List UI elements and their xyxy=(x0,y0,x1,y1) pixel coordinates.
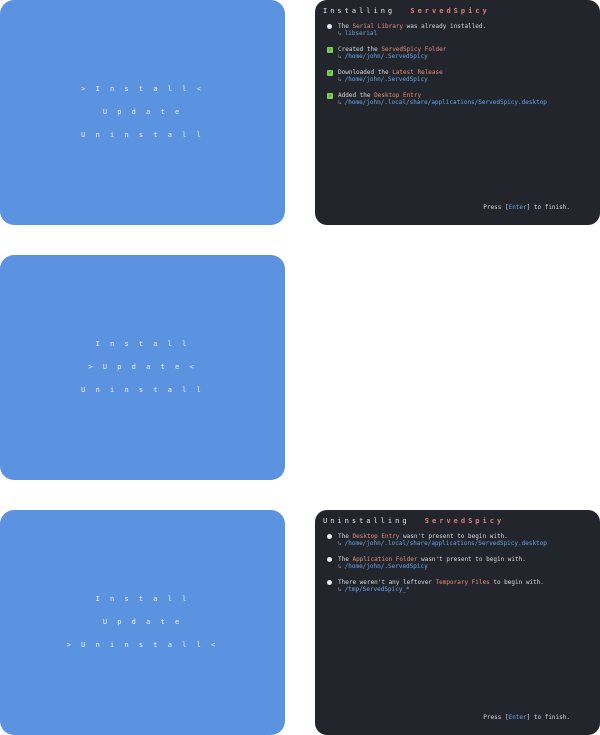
uninstall-terminal-title: Uninstalling ServedSpicy xyxy=(323,517,592,525)
entry-path: /home/john/.ServedSpicy xyxy=(344,53,428,60)
menu-item-uninstall[interactable]: > U n i n s t a l l < xyxy=(67,634,219,657)
entry-path: /home/john/.local/share/applications/Ser… xyxy=(344,99,547,106)
uninstall-entry-2: There weren't any leftover Temporary Fil… xyxy=(323,579,592,593)
check-icon: ✓ xyxy=(327,92,333,99)
bullet-icon xyxy=(327,580,332,585)
entry-path: /home/john/.ServedSpicy xyxy=(344,76,428,83)
install-entry-0: The Serial Library was already installed… xyxy=(323,23,592,37)
install-terminal-footer: Press [Enter] to finish. xyxy=(483,204,570,211)
entry-text: wasn't present to begin with. xyxy=(417,556,526,563)
menu-item-install[interactable]: I n s t a l l xyxy=(96,588,190,611)
entry-highlight: Temporary Files xyxy=(435,579,490,586)
entry-highlight: Application Folder xyxy=(352,556,418,563)
entry-text: There weren't any leftover xyxy=(338,579,436,586)
entry-text: The xyxy=(338,23,353,30)
entry-text: was already installed. xyxy=(403,23,487,30)
enter-key-hint[interactable]: Enter xyxy=(509,714,527,721)
install-entry-1: ✓ Created the ServedSpicy Folder ↳/home/… xyxy=(323,46,592,60)
title-prefix: Installing xyxy=(323,7,396,15)
menu-item-update[interactable]: U p d a t e xyxy=(103,101,182,124)
menu-item-install[interactable]: > I n s t a l l < xyxy=(81,78,204,101)
menu-item-uninstall[interactable]: U n i n s t a l l xyxy=(81,124,204,147)
check-icon: ✓ xyxy=(327,69,333,76)
menu-item-install[interactable]: I n s t a l l xyxy=(96,333,190,356)
entry-highlight: Latest Release xyxy=(392,69,443,76)
return-arrow-icon: ↳ xyxy=(338,30,342,37)
uninstall-entry-1: The Application Folder wasn't present to… xyxy=(323,556,592,570)
title-app-name: ServedSpicy xyxy=(410,7,490,15)
entry-path: libserial xyxy=(344,30,378,37)
install-terminal: Installing ServedSpicy The Serial Librar… xyxy=(315,0,600,225)
enter-key-hint[interactable]: Enter xyxy=(509,204,527,211)
return-arrow-icon: ↳ xyxy=(338,99,342,106)
footer-text: ] to finish. xyxy=(526,714,570,721)
install-entry-2: ✓ Downloaded the Latest Release ↳/home/j… xyxy=(323,69,592,83)
bullet-icon xyxy=(327,557,332,562)
uninstall-terminal: Uninstalling ServedSpicy The Desktop Ent… xyxy=(315,510,600,735)
install-terminal-title: Installing ServedSpicy xyxy=(323,7,592,15)
uninstall-terminal-footer: Press [Enter] to finish. xyxy=(483,714,570,721)
menu-panel-install: > I n s t a l l < U p d a t e U n i n s … xyxy=(0,0,285,225)
check-icon: ✓ xyxy=(327,46,333,53)
uninstall-entry-0: The Desktop Entry wasn't present to begi… xyxy=(323,533,592,547)
title-prefix: Uninstalling xyxy=(323,517,410,525)
footer-text: Press [ xyxy=(483,204,509,211)
entry-highlight: Serial Library xyxy=(352,23,404,30)
return-arrow-icon: ↳ xyxy=(338,586,342,593)
footer-text: ] to finish. xyxy=(526,204,570,211)
entry-path: /home/john/.ServedSpicy xyxy=(344,563,428,570)
entry-text: Created the xyxy=(338,46,382,53)
entry-text: The xyxy=(338,556,353,563)
entry-text: to begin with. xyxy=(489,579,544,586)
title-app-name: ServedSpicy xyxy=(424,517,505,525)
entry-text: The xyxy=(338,533,353,540)
return-arrow-icon: ↳ xyxy=(338,563,342,570)
menu-panel-uninstall: I n s t a l l U p d a t e > U n i n s t … xyxy=(0,510,285,735)
menu-item-update[interactable]: > U p d a t e < xyxy=(88,356,196,379)
menu-panel-update: I n s t a l l > U p d a t e < U n i n s … xyxy=(0,255,285,480)
return-arrow-icon: ↳ xyxy=(338,540,342,547)
return-arrow-icon: ↳ xyxy=(338,53,342,60)
entry-text: Added the xyxy=(338,92,375,99)
bullet-icon xyxy=(327,534,332,539)
entry-path: /home/john/.local/share/applications/Ser… xyxy=(344,540,547,547)
entry-highlight: Desktop Entry xyxy=(352,533,400,540)
entry-text: wasn't present to begin with. xyxy=(399,533,508,540)
return-arrow-icon: ↳ xyxy=(338,76,342,83)
entry-highlight: ServedSpicy Folder xyxy=(381,46,447,53)
menu-item-update[interactable]: U p d a t e xyxy=(103,611,182,634)
menu-item-uninstall[interactable]: U n i n s t a l l xyxy=(81,379,204,402)
bullet-icon xyxy=(327,24,332,29)
entry-highlight: Desktop Entry xyxy=(374,92,422,99)
entry-text: Downloaded the xyxy=(338,69,393,76)
entry-path: /tmp/ServedSpicy_* xyxy=(344,586,410,593)
footer-text: Press [ xyxy=(483,714,509,721)
install-entry-3: ✓ Added the Desktop Entry ↳/home/john/.l… xyxy=(323,92,592,106)
